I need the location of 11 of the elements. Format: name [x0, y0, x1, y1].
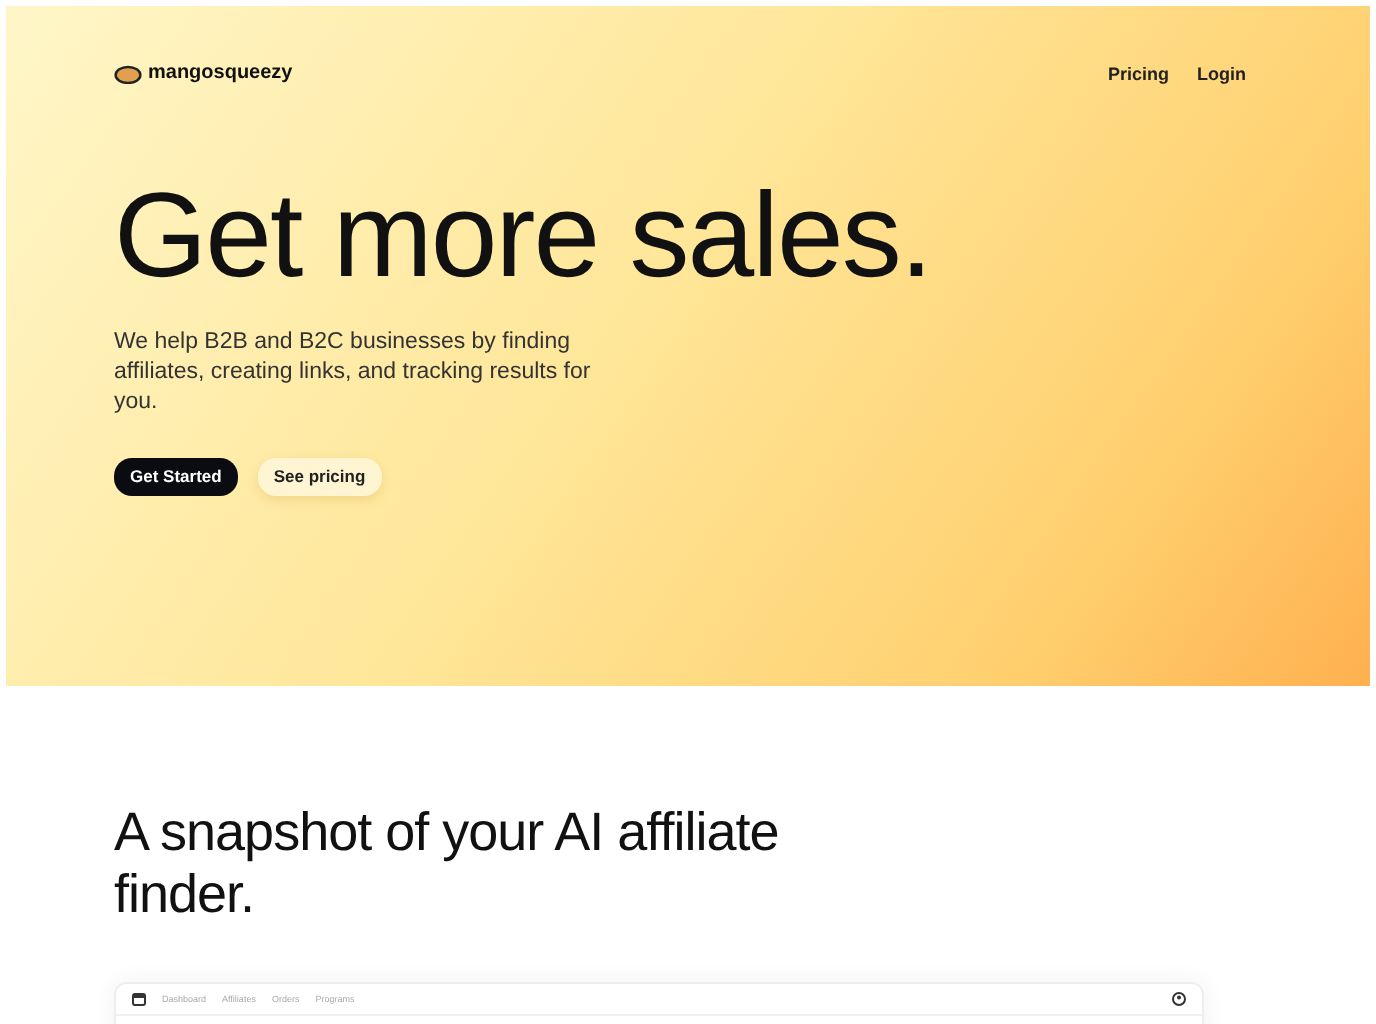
section-title: A snapshot of your AI affiliate finder. [114, 802, 781, 926]
calendar-icon [132, 992, 146, 1006]
hero-subtitle: We help B2B and B2C businesses by finding affiliates, creating links, and tracking results for you. [114, 328, 593, 418]
pricing-button[interactable]: See pricing [257, 458, 382, 496]
hero-title: Get more sales. [114, 176, 933, 296]
nav-link[interactable]: Pricing [1107, 63, 1169, 83]
logo-text: mangosqueezy [148, 62, 293, 84]
user-icon[interactable] [1172, 992, 1186, 1006]
get-started-button[interactable]: Get Started [114, 458, 238, 496]
nav-link[interactable]: Login [1197, 63, 1246, 83]
mango-icon [114, 63, 142, 83]
